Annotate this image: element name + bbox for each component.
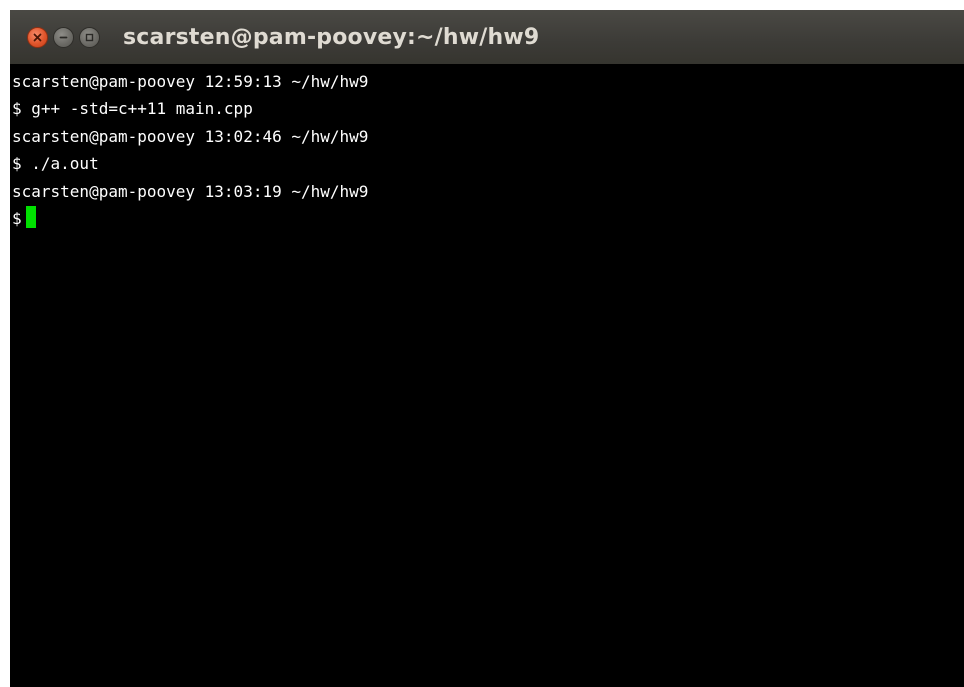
title-bar[interactable]: scarsten@pam-poovey:~/hw/hw9 bbox=[10, 10, 964, 64]
terminal-line: scarsten@pam-poovey 13:02:46 ~/hw/hw9 bbox=[12, 127, 369, 146]
minimize-icon bbox=[59, 36, 68, 38]
window-title: scarsten@pam-poovey:~/hw/hw9 bbox=[123, 24, 540, 50]
maximize-icon bbox=[85, 33, 94, 41]
prompt-line[interactable]: $ bbox=[12, 205, 36, 232]
prompt-symbol: $ bbox=[12, 209, 22, 228]
minimize-button[interactable] bbox=[53, 26, 74, 48]
terminal-line: $ g++ -std=c++11 main.cpp bbox=[12, 99, 253, 118]
terminal-line: scarsten@pam-poovey 13:03:19 ~/hw/hw9 bbox=[12, 182, 369, 201]
maximize-button[interactable] bbox=[79, 26, 100, 48]
close-button[interactable] bbox=[27, 26, 48, 48]
close-icon bbox=[33, 33, 42, 41]
terminal-window: scarsten@pam-poovey:~/hw/hw9 scarsten@pa… bbox=[10, 10, 964, 687]
terminal-line: scarsten@pam-poovey 12:59:13 ~/hw/hw9 bbox=[12, 72, 369, 91]
terminal-line: $ ./a.out bbox=[12, 154, 99, 173]
text-cursor bbox=[25, 206, 36, 228]
terminal-output[interactable]: scarsten@pam-poovey 12:59:13 ~/hw/hw9 $ … bbox=[10, 68, 964, 687]
window-controls bbox=[27, 26, 105, 48]
